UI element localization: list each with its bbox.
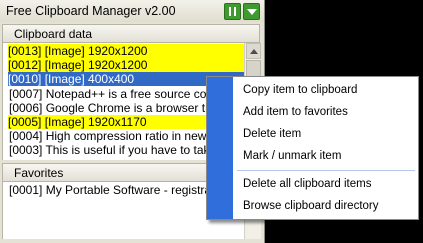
- menu-item-copy-to-clipboard[interactable]: Copy item to clipboard: [243, 80, 357, 100]
- menu-item-mark-unmark[interactable]: Mark / unmark item: [243, 146, 341, 166]
- list-item[interactable]: [0013] [Image] 1920x1200: [8, 44, 244, 58]
- favorites-header-label: Favorites: [14, 166, 64, 180]
- menu-separator: [237, 170, 415, 171]
- list-item[interactable]: [0012] [Image] 1920x1200: [8, 58, 244, 72]
- menu-item-add-to-favorites[interactable]: Add item to favorites: [243, 102, 348, 122]
- dropdown-arrow-icon: [247, 9, 257, 15]
- menu-dropdown-button[interactable]: [243, 3, 260, 20]
- menu-item-browse-directory[interactable]: Browse clipboard directory: [243, 196, 379, 216]
- arrow-up-icon: [250, 49, 258, 54]
- context-menu[interactable]: Copy item to clipboard Add item to favor…: [206, 76, 419, 220]
- clipboard-data-header[interactable]: Clipboard data: [2, 24, 260, 43]
- clipboard-data-header-label: Clipboard data: [14, 27, 93, 41]
- menu-item-delete-item[interactable]: Delete item: [243, 124, 301, 144]
- menu-side-strip: [207, 77, 233, 219]
- scroll-up-button[interactable]: [246, 43, 261, 59]
- menu-item-delete-all[interactable]: Delete all clipboard items: [243, 174, 371, 194]
- window-title: Free Clipboard Manager v2.00: [6, 4, 176, 18]
- title-bar[interactable]: Free Clipboard Manager v2.00: [0, 0, 264, 22]
- pause-button[interactable]: [224, 3, 241, 20]
- pause-icon: [229, 7, 236, 16]
